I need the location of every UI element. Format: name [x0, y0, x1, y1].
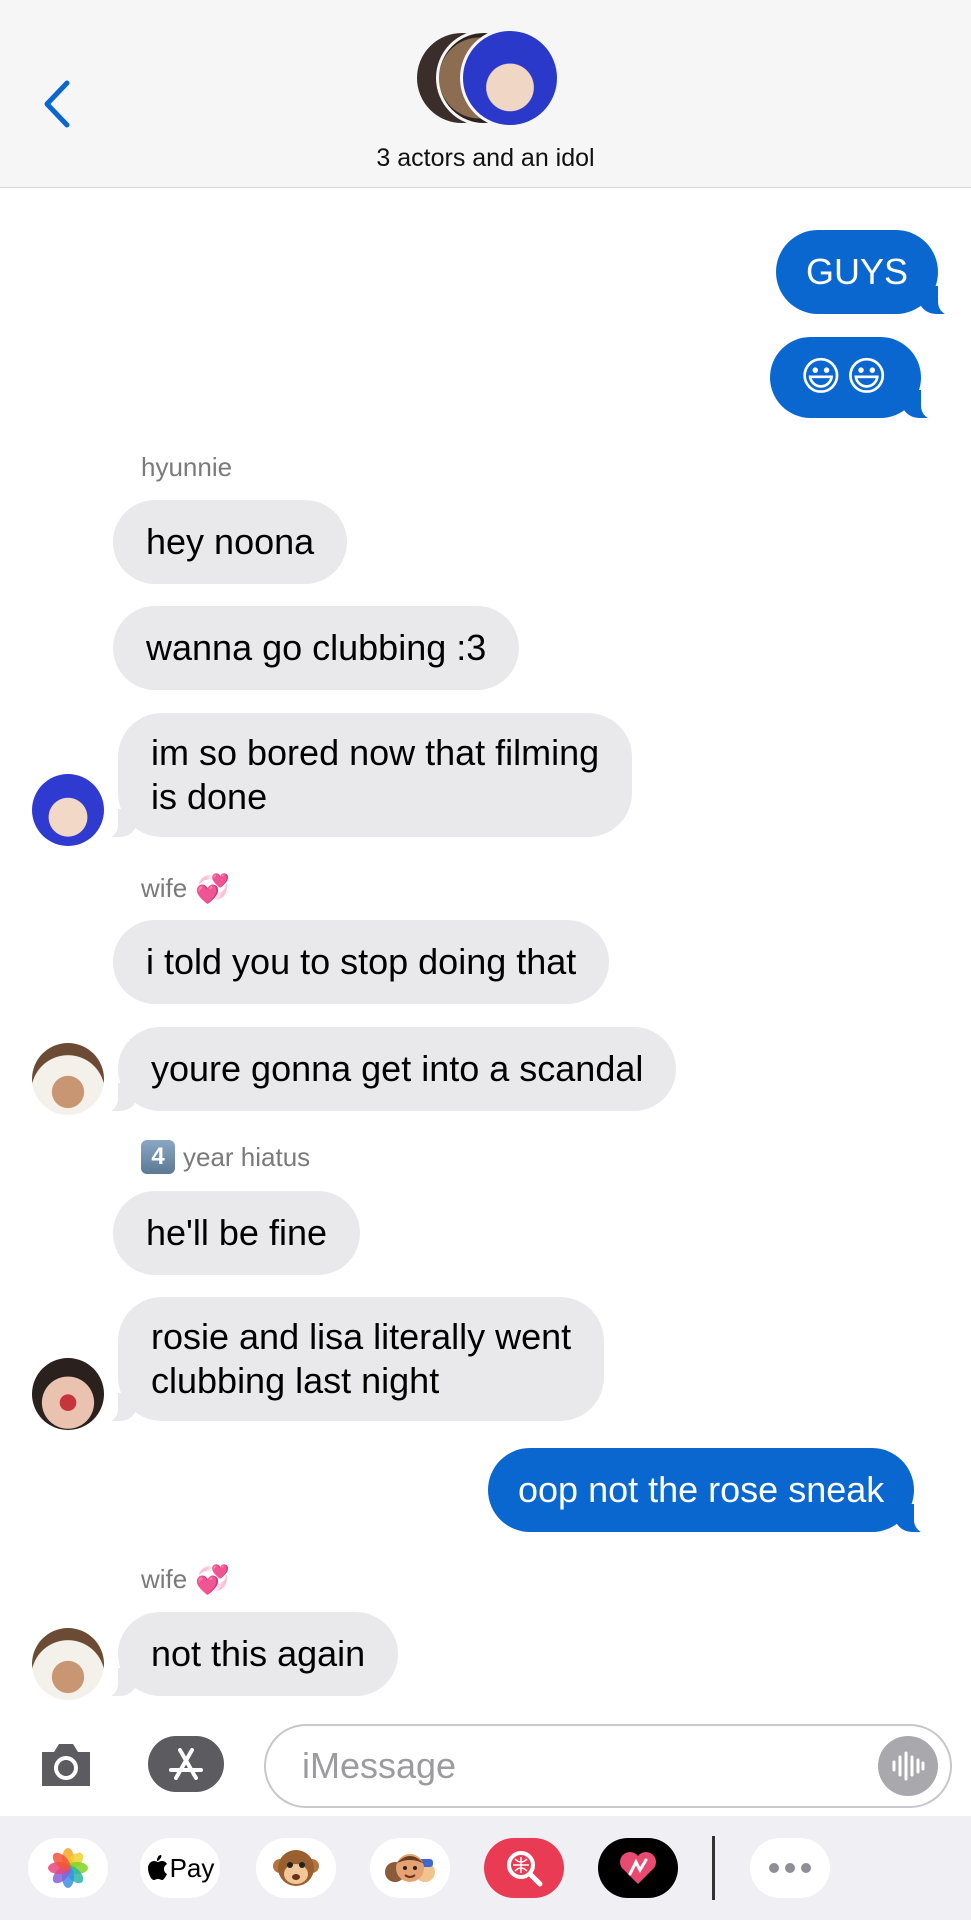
photos-icon — [48, 1848, 88, 1888]
incoming-message[interactable]: hey noona — [113, 500, 348, 584]
camera-icon — [42, 1744, 90, 1786]
compose-bar: iMessage — [0, 1712, 971, 1816]
image-search-button[interactable] — [484, 1838, 564, 1898]
sender-avatar[interactable] — [32, 774, 104, 846]
drawer-divider — [712, 1836, 715, 1900]
message-text: rosie and lisa literally went — [151, 1316, 572, 1357]
message-text: he'll be fine — [146, 1212, 328, 1253]
member-avatar — [460, 28, 560, 128]
digital-touch-icon — [620, 1852, 656, 1884]
waveform-icon — [892, 1751, 925, 1781]
incoming-message[interactable]: wanna go clubbing :3 — [113, 606, 520, 690]
audio-message-button[interactable] — [878, 1736, 938, 1796]
incoming-message[interactable]: rosie and lisa literally went clubbing l… — [97, 1297, 605, 1423]
apple-pay-label: Pay — [169, 1852, 215, 1883]
keycap-four-icon: 4 — [141, 1140, 175, 1174]
message-text: 😃😃 — [800, 355, 892, 399]
message-text: oop not the rose sneak — [518, 1469, 885, 1510]
apple-pay-button[interactable]: Pay — [140, 1838, 220, 1898]
memoji-button[interactable] — [370, 1838, 450, 1898]
group-avatar[interactable] — [414, 28, 560, 128]
app-store-icon — [169, 1748, 203, 1780]
search-images-icon — [507, 1851, 543, 1887]
message-text: clubbing last night — [151, 1360, 440, 1401]
sender-avatar[interactable] — [32, 1628, 104, 1700]
message-text: i told you to stop doing that — [146, 941, 577, 982]
photos-app-button[interactable] — [28, 1838, 108, 1898]
sender-name: wife 💞 — [141, 1564, 231, 1595]
message-text: youre gonna get into a scandal — [151, 1048, 644, 1089]
sender-avatar[interactable] — [32, 1043, 104, 1115]
apple-logo-icon — [147, 1855, 167, 1880]
memoji-icon — [385, 1854, 435, 1882]
back-button[interactable] — [36, 76, 76, 132]
message-text: wanna go clubbing :3 — [146, 627, 487, 668]
digital-touch-button[interactable] — [598, 1838, 678, 1898]
sender-avatar[interactable] — [32, 1358, 104, 1430]
app-store-button[interactable] — [148, 1736, 224, 1792]
more-icon — [769, 1863, 811, 1873]
sender-name: 4 year hiatus — [141, 1140, 310, 1174]
heart-icon: 💞 — [195, 873, 231, 904]
monkey-animoji-icon — [273, 1850, 319, 1886]
incoming-message[interactable]: im so bored now that filming is done — [97, 713, 633, 839]
sender-name: wife 💞 — [141, 873, 231, 904]
incoming-message[interactable]: i told you to stop doing that — [113, 920, 610, 1004]
conversation-header: 3 actors and an idol — [0, 0, 971, 188]
message-text: is done — [151, 776, 268, 817]
incoming-message[interactable]: not this again — [97, 1612, 399, 1698]
outgoing-message[interactable]: GUYS — [776, 230, 959, 316]
camera-button[interactable] — [38, 1738, 94, 1790]
message-text: im so bored now that filming — [151, 732, 600, 773]
incoming-message[interactable]: youre gonna get into a scandal — [97, 1027, 677, 1113]
chevron-left-icon — [44, 80, 70, 128]
group-name[interactable]: 3 actors and an idol — [0, 144, 971, 173]
message-input[interactable]: iMessage — [264, 1724, 952, 1808]
app-drawer: Pay — [0, 1816, 971, 1920]
more-apps-button[interactable] — [750, 1838, 830, 1898]
message-text: hey noona — [146, 521, 315, 562]
animoji-button[interactable] — [256, 1838, 336, 1898]
message-text: GUYS — [806, 251, 909, 292]
message-text: not this again — [151, 1633, 366, 1674]
outgoing-message[interactable]: 😃😃 — [770, 337, 942, 420]
sender-name: hyunnie — [141, 452, 233, 482]
outgoing-message[interactable]: oop not the rose sneak — [488, 1448, 935, 1534]
incoming-message[interactable]: he'll be fine — [113, 1191, 361, 1275]
heart-icon: 💞 — [195, 1564, 231, 1595]
